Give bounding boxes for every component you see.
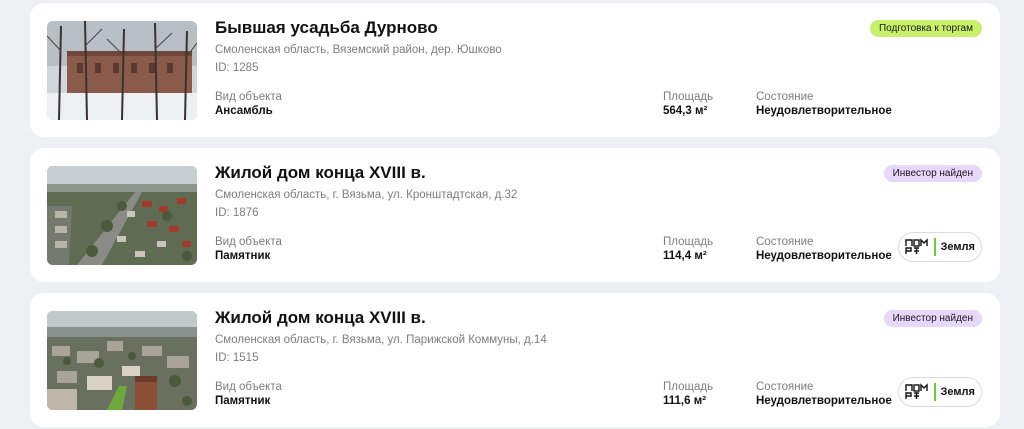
dom-rf-logo-icon [905, 238, 928, 254]
object-type-value: Ансамбль [215, 105, 273, 117]
status-badge: Инвестор найден [883, 165, 982, 182]
area-value: 114,4 м² [663, 250, 707, 262]
listing-address: Смоленская область, г. Вязьма, ул. Кронш… [215, 189, 518, 201]
area-label: Площадь [663, 381, 714, 393]
listing-title[interactable]: Жилой дом конца XVIII в. [215, 163, 426, 183]
condition-value: Неудовлетворительное [756, 395, 892, 407]
partner-button[interactable]: Земля [898, 377, 982, 407]
status-badge: Подготовка к торгам [869, 20, 982, 37]
partner-button[interactable]: Земля [898, 232, 982, 262]
listing-list: Бывшая усадьба Дурново Смоленская област… [0, 0, 1024, 429]
listing-id: ID: 1515 [215, 352, 259, 364]
condition-label: Состояние [756, 381, 814, 393]
listing-photo[interactable] [47, 166, 197, 265]
object-type-label: Вид объекта [215, 236, 282, 248]
listing-address: Смоленская область, Вяземский район, дер… [215, 44, 502, 56]
partner-label: Земля [940, 241, 975, 253]
listing-photo[interactable] [47, 21, 197, 120]
area-value: 111,6 м² [663, 395, 707, 407]
condition-value: Неудовлетворительное [756, 105, 892, 117]
object-type-label: Вид объекта [215, 381, 282, 393]
listing-title[interactable]: Жилой дом конца XVIII в. [215, 308, 426, 328]
partner-label: Земля [940, 386, 975, 398]
condition-value: Неудовлетворительное [756, 250, 892, 262]
partner-separator [934, 238, 936, 256]
object-type-label: Вид объекта [215, 91, 282, 103]
listing-card[interactable]: Бывшая усадьба Дурново Смоленская област… [30, 3, 1000, 137]
listing-photo[interactable] [47, 311, 197, 410]
partner-separator [934, 383, 936, 401]
condition-label: Состояние [756, 91, 814, 103]
object-type-value: Памятник [215, 395, 271, 407]
listing-id: ID: 1285 [215, 62, 259, 74]
area-value: 564,3 м² [663, 105, 708, 117]
area-label: Площадь [663, 91, 714, 103]
dom-rf-logo-icon [905, 383, 928, 399]
listing-title[interactable]: Бывшая усадьба Дурново [215, 18, 438, 38]
condition-label: Состояние [756, 236, 814, 248]
listing-id: ID: 1876 [215, 207, 259, 219]
object-type-value: Памятник [215, 250, 271, 262]
status-badge: Инвестор найден [883, 310, 982, 327]
listing-card[interactable]: Жилой дом конца XVIII в. Смоленская обла… [30, 148, 1000, 282]
listing-card[interactable]: Жилой дом конца XVIII в. Смоленская обла… [30, 293, 1000, 427]
listing-address: Смоленская область, г. Вязьма, ул. Париж… [215, 334, 547, 346]
area-label: Площадь [663, 236, 714, 248]
